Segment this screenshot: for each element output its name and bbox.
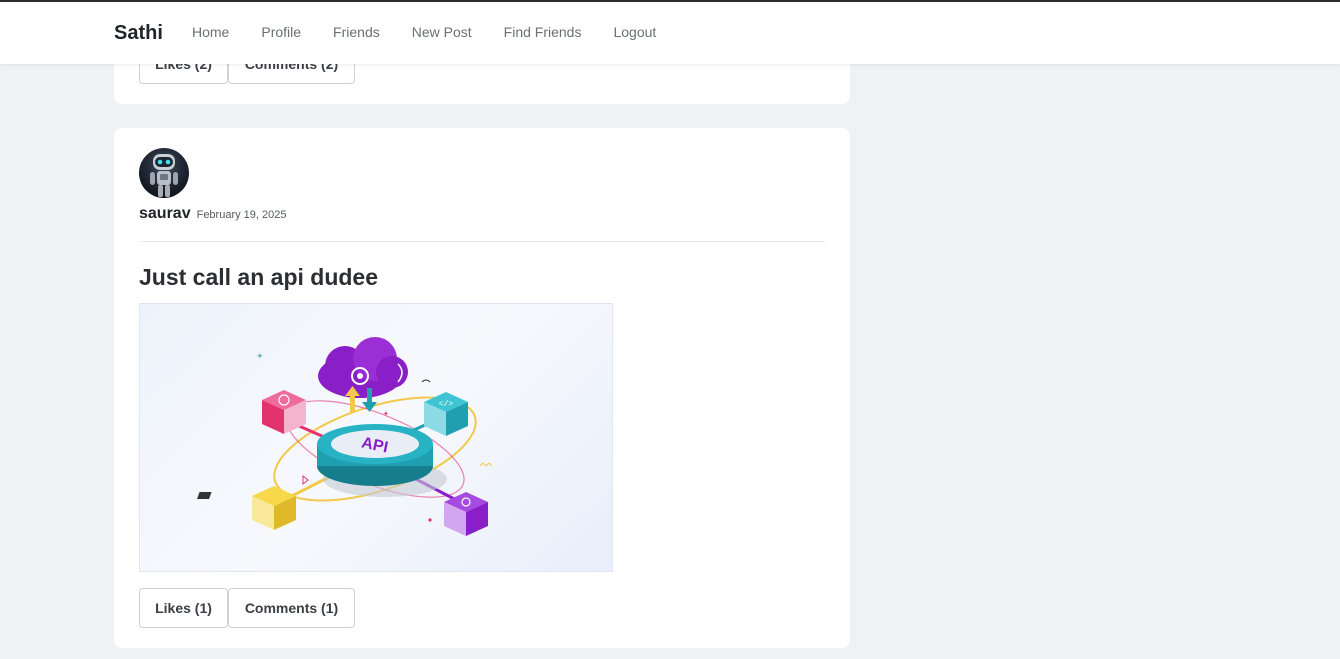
nav-new-post[interactable]: New Post	[412, 24, 472, 40]
api-illustration: API </> ✦ ✦	[197, 337, 493, 536]
likes-button[interactable]: Likes (1)	[139, 588, 228, 628]
post-date: February 19, 2025	[196, 209, 287, 221]
nav-home[interactable]: Home	[192, 24, 229, 40]
nav-friends[interactable]: Friends	[333, 24, 380, 40]
robot-avatar-icon	[139, 148, 189, 198]
post-title: Just call an api dudee	[139, 264, 379, 290]
svg-text:</>: </>	[439, 400, 454, 409]
cloud-gear-icon	[318, 337, 408, 398]
divider	[139, 241, 825, 242]
svg-text:✦: ✦	[256, 352, 264, 362]
chip-cube-icon	[197, 486, 296, 530]
post-image[interactable]: API </> ✦ ✦	[139, 303, 613, 572]
post-author-line: saurav February 19, 2025	[139, 205, 286, 223]
avatar[interactable]	[139, 148, 189, 198]
nav-find-friends[interactable]: Find Friends	[504, 24, 582, 40]
brand-logo[interactable]: Sathi	[114, 22, 163, 45]
nav-links: Home Profile Friends New Post Find Frien…	[192, 24, 688, 40]
post-card: saurav February 19, 2025 Just call an ap…	[114, 128, 850, 648]
nav-profile[interactable]: Profile	[261, 24, 301, 40]
author-name[interactable]: saurav	[139, 205, 191, 223]
top-navbar: Sathi Home Profile Friends New Post Find…	[0, 2, 1340, 64]
nav-logout[interactable]: Logout	[613, 24, 656, 40]
svg-text:✦: ✦	[383, 410, 389, 418]
code-cube-icon: </>	[424, 392, 468, 436]
comments-button[interactable]: Comments (1)	[228, 588, 355, 628]
